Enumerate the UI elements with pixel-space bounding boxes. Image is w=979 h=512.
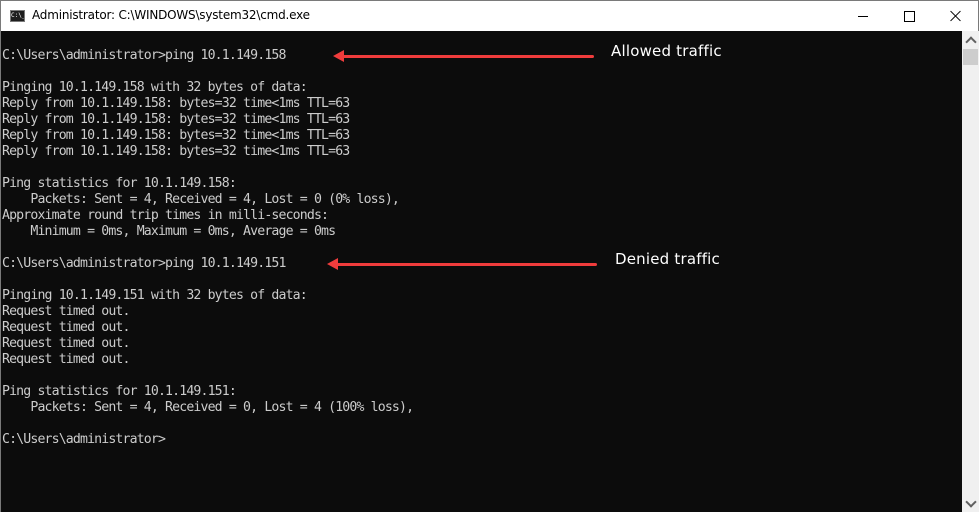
console-line: Minimum = 0ms, Maximum = 0ms, Average = … <box>2 224 336 239</box>
chevron-down-icon <box>964 495 977 508</box>
annotation-label-denied: Denied traffic <box>615 250 720 268</box>
annotation-label-allowed: Allowed traffic <box>611 42 722 60</box>
scroll-down-button[interactable] <box>962 495 979 512</box>
annotation-allowed: Allowed traffic <box>1 42 962 67</box>
console-line: Request timed out. <box>2 304 130 319</box>
console-line: Pinging 10.1.149.158 with 32 bytes of da… <box>2 80 308 95</box>
console-line: Ping statistics for 10.1.149.158: <box>2 176 237 191</box>
annotation-denied: Denied traffic <box>1 250 962 275</box>
cmd-icon[interactable]: C:\_ <box>10 10 25 22</box>
title-bar[interactable]: C:\_ Administrator: C:\WINDOWS\system32\… <box>1 1 978 31</box>
cmd-window: C:\_ Administrator: C:\WINDOWS\system32\… <box>0 0 979 512</box>
scroll-up-button[interactable] <box>962 31 979 48</box>
console-line: Request timed out. <box>2 336 130 351</box>
console-line: Ping statistics for 10.1.149.151: <box>2 384 237 399</box>
console-line: Reply from 10.1.149.158: bytes=32 time<1… <box>2 96 350 111</box>
console-line: Packets: Sent = 4, Received = 4, Lost = … <box>2 192 400 207</box>
console-line: Packets: Sent = 4, Received = 0, Lost = … <box>2 400 414 415</box>
console-line: Request timed out. <box>2 320 130 335</box>
close-button[interactable] <box>932 1 978 31</box>
console-line: Reply from 10.1.149.158: bytes=32 time<1… <box>2 128 350 143</box>
close-icon <box>949 10 961 22</box>
arrow-line <box>341 54 594 58</box>
console-line: Approximate round trip times in milli-se… <box>2 208 329 223</box>
minimize-icon <box>858 15 868 17</box>
console-line: Reply from 10.1.149.158: bytes=32 time<1… <box>2 144 350 159</box>
minimize-button[interactable] <box>840 1 886 31</box>
maximize-button[interactable] <box>886 1 932 31</box>
scroll-thumb[interactable] <box>963 49 978 65</box>
console-line: Pinging 10.1.149.151 with 32 bytes of da… <box>2 288 308 303</box>
console-text: C:\Users\administrator>ping 10.1.149.158… <box>2 48 414 448</box>
vertical-scrollbar[interactable] <box>962 31 979 512</box>
console-line: C:\Users\administrator> <box>2 432 166 447</box>
chevron-up-icon <box>964 35 977 48</box>
arrow-line <box>335 262 597 266</box>
console-output[interactable]: C:\Users\administrator>ping 10.1.149.158… <box>1 31 962 512</box>
maximize-icon <box>903 10 915 22</box>
window-title: Administrator: C:\WINDOWS\system32\cmd.e… <box>32 8 310 22</box>
console-line: Reply from 10.1.149.158: bytes=32 time<1… <box>2 112 350 127</box>
console-line: Request timed out. <box>2 352 130 367</box>
